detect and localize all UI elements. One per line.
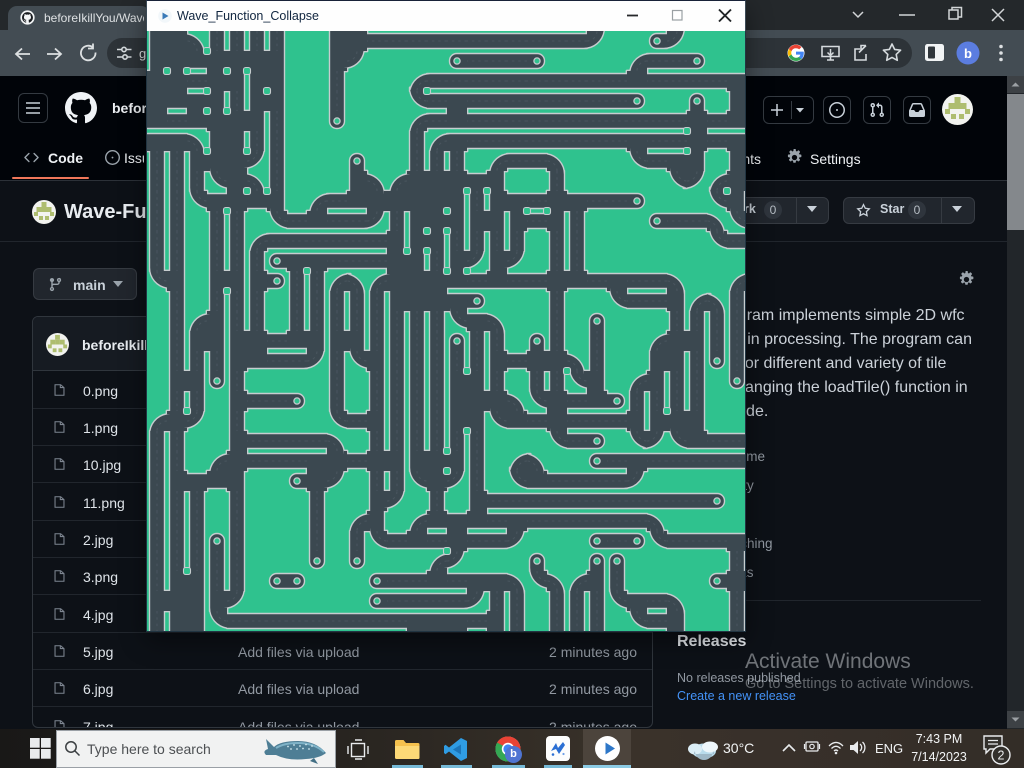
svg-text:b: b xyxy=(964,46,972,61)
svg-text:2: 2 xyxy=(998,749,1005,763)
